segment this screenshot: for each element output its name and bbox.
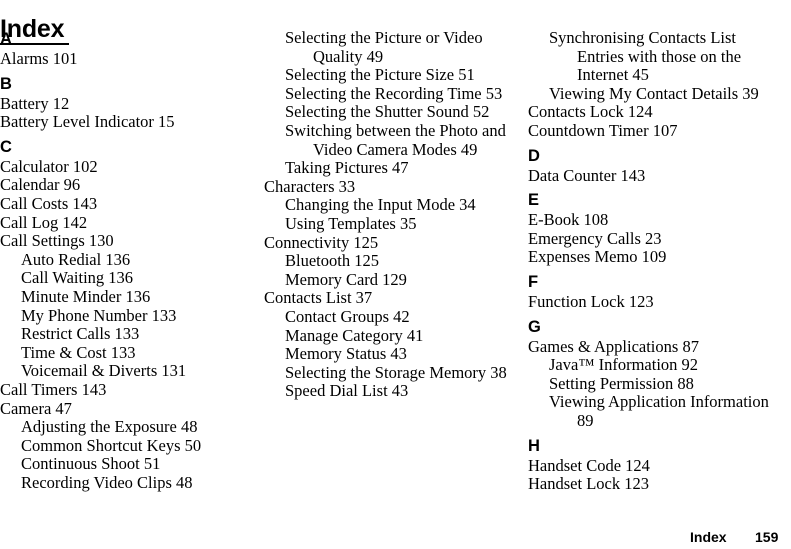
index-subentry: Switching between the Photo and Video Ca… (285, 120, 506, 159)
index-letter-heading: H (528, 436, 540, 455)
index-subentry: Common Shortcut Keys 50 (21, 435, 202, 455)
index-entry: Call Log 142 (0, 212, 88, 232)
index-entry: Expenses Memo 109 (528, 247, 667, 267)
index-entry: Contacts List 37 (264, 288, 373, 308)
index-column-2-content: Selecting the Picture or Video Quality 4… (264, 28, 522, 401)
index-subentry: Voicemail & Diverts 131 (21, 361, 187, 381)
index-subentry: Bluetooth 125 (285, 251, 379, 271)
index-column-3: Synchronising Contacts List Entries with… (528, 28, 786, 494)
index-entry: Handset Code 124 (528, 455, 650, 475)
index-subentry: Call Waiting 136 (21, 268, 134, 288)
index-columns: A Alarms 101 B Battery 12 Battery Level Indi… (0, 28, 791, 504)
footer-section-label: Index (690, 529, 727, 545)
index-entry: Calculator 102 (0, 156, 98, 176)
index-subentry: Viewing Application Information 89 (549, 392, 769, 430)
index-letter-heading: A (0, 30, 12, 48)
index-entry: Function Lock 123 (528, 291, 654, 311)
index-subentry: Synchronising Contacts List Entries with… (549, 28, 742, 85)
index-entry: Emergency Calls 23 (528, 228, 662, 248)
index-column-1: A Alarms 101 B Battery 12 Battery Level Indi… (0, 29, 258, 492)
index-subentry: Minute Minder 136 (21, 286, 151, 306)
index-subentry: Viewing My Contact Details 39 (549, 83, 759, 103)
index-subentry: Changing the Input Mode 34 (285, 195, 476, 215)
index-subentry: Selecting the Recording Time 53 (285, 83, 503, 103)
index-subentry: My Phone Number 133 (21, 305, 177, 325)
index-subentry: Restrict Calls 133 (21, 324, 140, 344)
index-subentry: Time & Cost 133 (21, 342, 136, 362)
index-entry: Contacts Lock 124 (528, 102, 653, 122)
index-column-2: Selecting the Picture or Video Quality 4… (264, 28, 522, 401)
index-entry: Call Costs 143 (0, 193, 98, 213)
index-subentry: Contact Groups 42 (285, 306, 410, 326)
index-subentry: Manage Category 41 (285, 325, 424, 345)
index-entry: Alarms 101 (0, 49, 78, 68)
index-subentry: Continuous Shoot 51 (21, 454, 161, 474)
index-subentry: Selecting the Picture Size 51 (285, 65, 475, 85)
index-subentry: Recording Video Clips 48 (21, 472, 193, 492)
index-subentry: Adjusting the Exposure 48 (21, 417, 198, 437)
index-subentry: Java™ Information 92 (549, 355, 699, 375)
index-subentry: Selecting the Picture or Video Quality 4… (285, 28, 483, 66)
index-entry: Games & Applications 87 (528, 336, 699, 356)
index-entry: Call Settings 130 (0, 231, 114, 251)
index-entry: Countdown Timer 107 (528, 120, 678, 140)
index-entry: E-Book 108 (528, 210, 609, 230)
index-entry: Characters 33 (264, 176, 356, 196)
index-letter-heading: B (0, 74, 12, 93)
index-subentry: Setting Permission 88 (549, 373, 694, 393)
index-letter-heading: E (528, 191, 540, 210)
footer-page-number: 159 (755, 529, 779, 545)
page-footer: Index 159 (0, 528, 791, 549)
index-column-1-content: A Alarms 101 B Battery 12 Battery Level Indi… (0, 29, 258, 492)
index-subentry: Auto Redial 136 (21, 249, 131, 269)
index-subentry: Memory Status 43 (285, 344, 407, 364)
index-entry: Call Timers 143 (0, 379, 107, 399)
index-subentry: Speed Dial List 43 (285, 381, 409, 401)
index-entry: Handset Lock 123 (528, 474, 649, 494)
index-letter-heading: D (528, 146, 540, 165)
index-subentry: Selecting the Shutter Sound 52 (285, 102, 490, 122)
index-letter-heading: F (528, 272, 539, 291)
index-subentry: Taking Pictures 47 (285, 158, 409, 178)
index-letter-heading: G (528, 317, 541, 336)
index-entry: Calendar 96 (0, 175, 81, 195)
index-subentry: Selecting the Storage Memory 38 (285, 362, 507, 382)
index-entry: Battery 12 (0, 93, 70, 113)
index-entry: Battery Level Indicator 15 (0, 112, 175, 132)
index-entry: Data Counter 143 (528, 165, 646, 185)
index-entry: Connectivity 125 (264, 232, 379, 252)
index-entry: Camera 47 (0, 398, 72, 418)
index-column-3-content: Synchronising Contacts List Entries with… (528, 28, 786, 494)
index-subentry: Memory Card 129 (285, 269, 407, 289)
index-letter-heading: C (0, 137, 12, 156)
index-subentry: Using Templates 35 (285, 213, 417, 233)
